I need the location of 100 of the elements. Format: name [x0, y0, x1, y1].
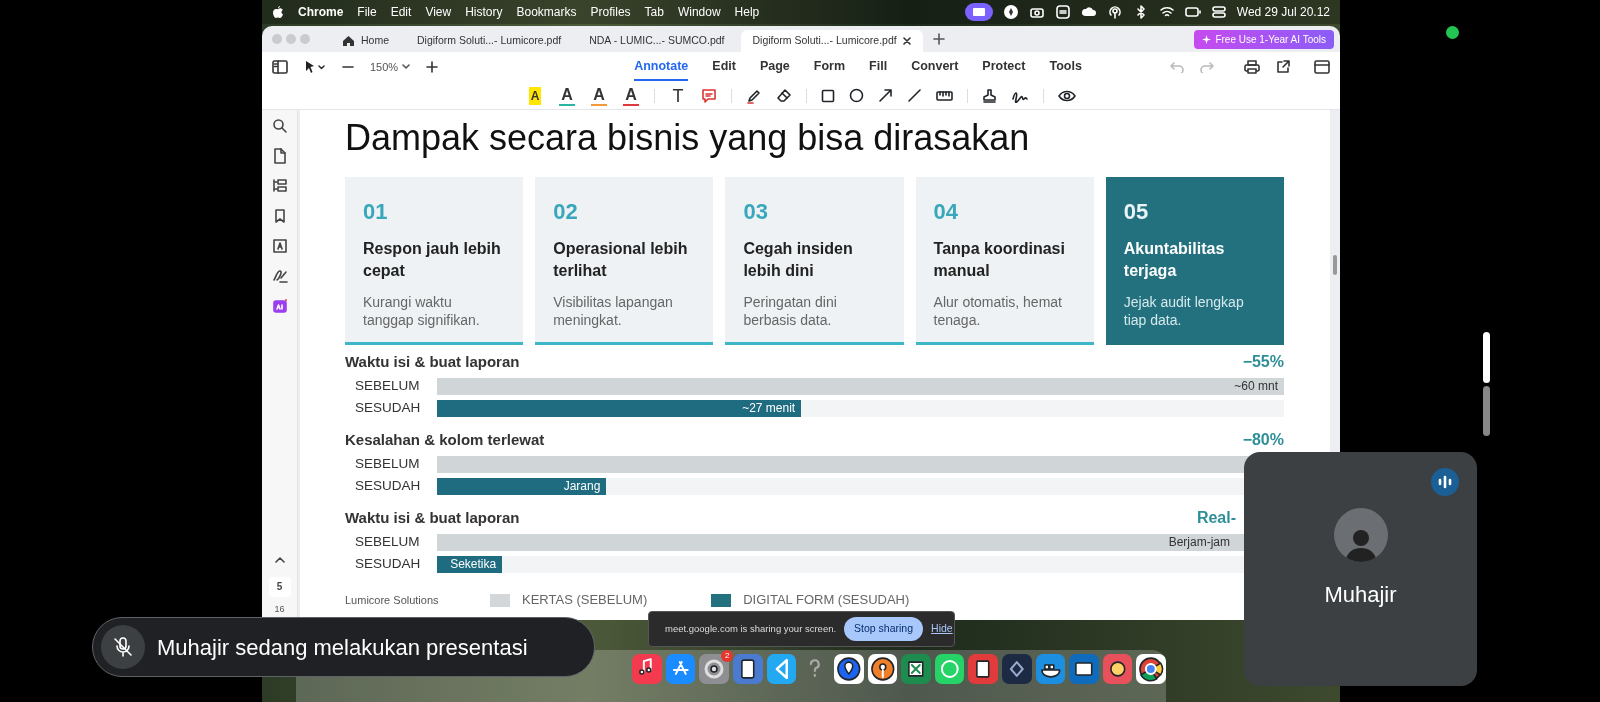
apple-icon[interactable] — [272, 5, 284, 19]
outline-icon[interactable] — [271, 178, 288, 194]
underline-tool[interactable]: A — [590, 85, 608, 106]
battery-icon[interactable] — [1184, 4, 1201, 20]
code-editor-icon[interactable] — [766, 654, 797, 684]
pdf-app-icon[interactable] — [968, 654, 998, 684]
arrow-icon[interactable] — [878, 88, 893, 103]
chat-app-icon[interactable] — [934, 654, 965, 684]
photo-app-icon[interactable] — [1102, 654, 1133, 684]
signature-icon[interactable] — [271, 268, 288, 284]
presentation-notice: Muhajir sedang melakukan presentasi — [157, 633, 528, 662]
microphone-off-icon[interactable] — [112, 636, 134, 658]
metric-title: Waktu isi & buat laporan — [345, 507, 520, 528]
card-title: Cegah insiden lebih dini — [743, 239, 854, 282]
scroll-indicator — [1483, 332, 1490, 383]
sidebar-toggle-icon[interactable] — [272, 60, 288, 74]
browser-icon[interactable] — [1136, 654, 1166, 684]
underline-tool[interactable]: A — [558, 85, 576, 106]
card-text: Jejak audit lengkap tiap data. — [1123, 292, 1245, 330]
monitor-icon — [971, 6, 986, 18]
chevron-up-icon[interactable] — [274, 555, 285, 563]
promo-button[interactable]: Free Use 1-Year AI Tools — [1194, 29, 1334, 49]
slide-title: Dampak secara bisnis yang bisa dirasakan — [345, 116, 1031, 160]
menu-item[interactable]: Tab — [644, 3, 664, 21]
bar-value: ~60 mnt — [1234, 377, 1278, 395]
eraser-icon[interactable] — [776, 87, 792, 104]
scroll-indicator — [1483, 386, 1490, 436]
mode-tab[interactable]: Fill — [869, 52, 888, 82]
menu-item[interactable]: Edit — [390, 3, 412, 21]
app-menu[interactable]: Chrome — [298, 3, 344, 21]
menu-item[interactable]: Help — [734, 3, 760, 21]
ai-icon[interactable] — [271, 298, 288, 314]
podcast-app-icon[interactable] — [867, 654, 898, 684]
mode-tab[interactable]: Tools — [1049, 52, 1082, 82]
document-app-icon[interactable] — [733, 654, 763, 684]
new-tab-icon[interactable] — [932, 33, 945, 45]
mail-app-icon[interactable] — [1069, 654, 1099, 684]
ruler-icon[interactable] — [936, 89, 953, 102]
bar-value: Seketika — [450, 555, 497, 573]
row-label: SESUDAH — [354, 476, 422, 495]
menu-item[interactable]: Bookmarks — [516, 3, 577, 21]
card-title: Tanpa koordinasi manual — [933, 239, 1066, 282]
file-tab[interactable]: Home — [330, 30, 401, 52]
menu-item[interactable]: History — [465, 3, 503, 21]
stop-sharing-button[interactable]: Stop sharing — [844, 617, 924, 641]
scrollbar-thumb[interactable] — [1333, 255, 1337, 275]
pen-icon[interactable] — [746, 87, 762, 104]
dark-app-icon[interactable] — [1001, 654, 1032, 684]
control-center-icon[interactable] — [1210, 4, 1227, 20]
circle-icon[interactable] — [849, 88, 864, 103]
mode-tab[interactable]: Protect — [982, 52, 1026, 82]
whale-icon[interactable] — [1035, 654, 1066, 684]
file-tab[interactable]: Digiform Soluti...- Lumicore.pdf — [740, 30, 923, 52]
pointer-icon[interactable] — [304, 60, 326, 74]
map-pin-icon[interactable] — [833, 654, 864, 684]
zoom-in-icon[interactable] — [426, 61, 439, 73]
mode-tab[interactable]: Convert — [911, 52, 959, 82]
layout-icon[interactable] — [1314, 60, 1330, 74]
spreadsheet-icon[interactable] — [901, 654, 931, 684]
music-app-icon[interactable] — [632, 654, 662, 684]
legend-label: DIGITAL FORM (SESUDAH) — [743, 591, 910, 610]
sync-icon[interactable] — [1054, 4, 1071, 20]
line-icon[interactable] — [907, 88, 922, 103]
comment-icon[interactable] — [701, 87, 717, 104]
screen-share-icon[interactable] — [964, 3, 993, 21]
card-number: 03 — [743, 198, 769, 226]
mode-tab[interactable]: Form — [813, 52, 846, 82]
home-icon — [342, 35, 355, 47]
app-store-icon[interactable] — [665, 654, 696, 684]
strikethrough-tool[interactable]: A — [622, 85, 640, 106]
compass-icon[interactable] — [1002, 4, 1019, 20]
hide-link[interactable]: Hide — [931, 621, 953, 637]
rectangle-icon[interactable] — [821, 88, 835, 103]
highlight-tool[interactable]: A — [526, 85, 544, 106]
file-tab[interactable]: NDA - LUMIC...- SUMCO.pdf — [577, 30, 737, 52]
menu-item[interactable]: Window — [677, 3, 721, 21]
notification-badge: 2 — [721, 650, 734, 662]
card-title: Operasional lebih terlihat — [553, 239, 689, 282]
eye-icon[interactable] — [1058, 89, 1076, 102]
card-text: Peringatan dini berbasis data. — [743, 292, 838, 330]
print-icon[interactable] — [1244, 60, 1260, 74]
stamp-icon[interactable] — [982, 87, 997, 104]
mode-tab[interactable]: Page — [759, 52, 790, 82]
gear-icon[interactable] — [699, 654, 730, 684]
text-tool[interactable]: T — [669, 85, 687, 106]
menu-item[interactable]: Profiles — [590, 3, 631, 21]
card-number: 02 — [553, 198, 579, 226]
text-box-icon[interactable] — [271, 238, 288, 254]
mode-tab[interactable]: Edit — [712, 52, 736, 82]
file-tab[interactable]: Digiform Soluti...- Lumicore.pdf — [405, 30, 574, 52]
podcast-icon[interactable] — [1106, 4, 1123, 20]
page-number-field[interactable]: 5 — [268, 576, 291, 597]
menu-item[interactable]: View — [425, 3, 452, 21]
share-icon[interactable] — [1276, 60, 1290, 74]
menu-item[interactable]: File — [357, 3, 377, 21]
page-icon[interactable] — [271, 148, 288, 164]
sparkle-icon — [1202, 34, 1212, 44]
zoom-select[interactable]: 150% — [370, 58, 411, 76]
row-label: SEBELUM — [354, 532, 421, 551]
search-icon[interactable] — [271, 118, 288, 134]
